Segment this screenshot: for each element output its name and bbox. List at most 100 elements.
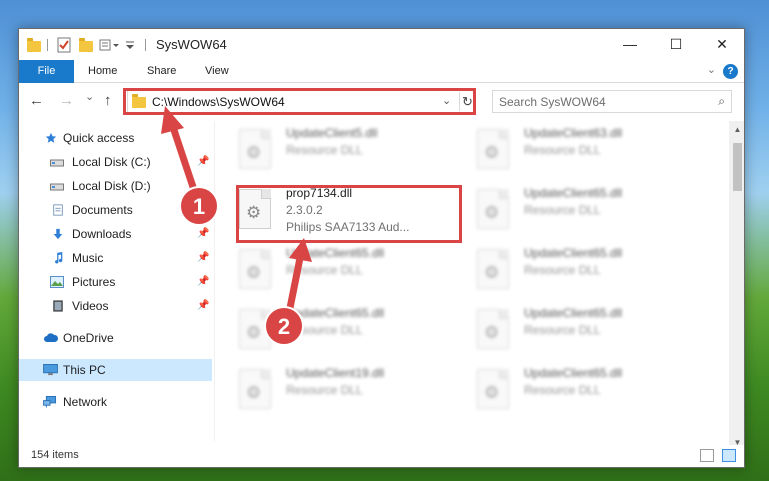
tab-file[interactable]: File	[19, 60, 74, 83]
scrollbar-thumb[interactable]	[733, 143, 742, 191]
dll-file-icon: ⚙	[477, 369, 509, 409]
nav-item-this-pc[interactable]: This PC	[19, 359, 212, 381]
download-icon	[53, 228, 63, 240]
nav-item-label: Pictures	[72, 275, 116, 289]
nav-item-label: Network	[63, 395, 108, 409]
maximize-button[interactable]: ☐	[653, 29, 699, 60]
documents-icon	[53, 204, 63, 216]
file-name: UpdateClient65.dll	[524, 246, 623, 260]
navigation-pane: Quick access Local Disk (C:) 📌 Local Dis…	[19, 121, 212, 441]
file-name: UpdateClient65.dll	[286, 246, 385, 260]
recent-locations-chevron-icon[interactable]: ⌄	[85, 90, 94, 103]
separator	[47, 39, 48, 51]
back-arrow-icon[interactable]: ←	[29, 92, 44, 109]
tab-home[interactable]: Home	[88, 60, 117, 83]
nav-item-local-disk-c[interactable]: Local Disk (C:) 📌	[19, 151, 212, 173]
up-arrow-icon[interactable]: ↑	[104, 92, 112, 109]
file-type: Resource DLL	[524, 383, 601, 397]
nav-item-network[interactable]: Network	[19, 391, 212, 413]
forward-arrow-icon[interactable]: →	[59, 92, 74, 109]
dll-file-icon: ⚙	[239, 249, 271, 289]
minimize-button[interactable]: —	[607, 29, 653, 60]
nav-item-local-disk-d[interactable]: Local Disk (D:)	[19, 175, 212, 197]
search-icon[interactable]: ⌕	[718, 94, 725, 109]
nav-item-label: Local Disk (D:)	[72, 179, 151, 193]
pin-icon: 📌	[197, 276, 210, 287]
window-title: SysWOW64	[156, 37, 227, 52]
address-highlight-box	[123, 88, 476, 115]
file-type: Resource DLL	[286, 263, 363, 277]
new-folder-icon[interactable]	[79, 37, 95, 53]
dll-file-icon: ⚙	[239, 129, 271, 169]
nav-item-pictures[interactable]: Pictures 📌	[19, 271, 212, 293]
file-type: Resource DLL	[524, 323, 601, 337]
nav-item-documents[interactable]: Documents 📌	[19, 199, 212, 221]
file-name: UpdateClient19.dll	[286, 366, 385, 380]
pane-splitter[interactable]	[214, 121, 215, 441]
close-button[interactable]: ✕	[699, 29, 744, 60]
file-name: UpdateClient65.dll	[524, 186, 623, 200]
file-tile[interactable]: ⚙ UpdateClient63.dll Resource DLL	[457, 125, 677, 177]
large-icons-view-icon[interactable]	[722, 449, 736, 462]
file-tile[interactable]: ⚙ UpdateClient65.dll Resource DLL	[457, 365, 677, 417]
help-icon[interactable]: ?	[723, 64, 738, 79]
pin-icon: 📌	[197, 252, 210, 263]
expand-ribbon-chevron-icon[interactable]: ⌄	[707, 63, 716, 76]
cloud-icon	[44, 333, 59, 342]
search-box[interactable]: Search SysWOW64 ⌕	[492, 90, 732, 113]
nav-item-label: Videos	[72, 299, 109, 313]
file-tile[interactable]: ⚙ UpdateClient65.dll Resource DLL	[457, 185, 677, 237]
drive-icon	[50, 183, 64, 191]
videos-icon	[53, 300, 63, 312]
nav-item-videos[interactable]: Videos 📌	[19, 295, 212, 317]
file-type: Resource DLL	[286, 383, 363, 397]
pin-icon: 📌	[197, 204, 210, 215]
file-tile[interactable]: ⚙ UpdateClient65.dll Resource DLL	[219, 245, 439, 297]
vertical-scrollbar[interactable]: ▲ ▼	[729, 121, 744, 451]
details-view-icon[interactable]	[700, 449, 714, 462]
nav-item-label: Downloads	[72, 227, 132, 241]
computer-icon	[43, 364, 58, 376]
file-type: Resource DLL	[286, 143, 363, 157]
item-count: 154 items	[31, 449, 79, 461]
file-tile[interactable]: ⚙ UpdateClient5.dll Resource DLL	[219, 125, 439, 177]
network-icon	[43, 396, 57, 408]
dll-file-icon: ⚙	[477, 249, 509, 289]
nav-item-music[interactable]: Music 📌	[19, 247, 212, 269]
file-tile[interactable]: ⚙ UpdateClient65.dll Resource DLL	[457, 245, 677, 297]
file-name: UpdateClient65.dll	[524, 366, 623, 380]
dll-file-icon: ⚙	[239, 309, 271, 349]
nav-item-label: Local Disk (C:)	[72, 155, 151, 169]
dll-file-icon: ⚙	[477, 309, 509, 349]
file-highlight-box	[236, 185, 462, 243]
ribbon-tabs: File Home Share View ⌄ ?	[19, 60, 744, 83]
dll-file-icon: ⚙	[477, 189, 509, 229]
nav-item-label: Music	[72, 251, 104, 265]
file-tile[interactable]: ⚙ UpdateClient65.dll Resource DLL	[219, 305, 439, 357]
customize-icon[interactable]	[99, 37, 119, 53]
status-bar: 154 items	[19, 445, 744, 467]
file-name: UpdateClient65.dll	[524, 306, 623, 320]
star-icon	[45, 132, 57, 143]
drive-icon	[50, 159, 64, 167]
pin-icon: 📌	[197, 156, 210, 167]
separator	[145, 39, 146, 51]
properties-icon[interactable]	[57, 37, 71, 53]
file-tile[interactable]: ⚙ UpdateClient19.dll Resource DLL	[219, 365, 439, 417]
file-list: ⚙ UpdateClient5.dll Resource DLL ⚙ prop7…	[219, 121, 729, 441]
quick-access-dropdown-icon[interactable]	[125, 37, 135, 53]
tab-view[interactable]: View	[205, 60, 229, 83]
nav-item-quick-access[interactable]: Quick access	[19, 127, 212, 149]
search-placeholder[interactable]: Search SysWOW64	[499, 95, 606, 109]
nav-item-onedrive[interactable]: OneDrive	[19, 327, 212, 349]
dll-file-icon: ⚙	[477, 129, 509, 169]
scroll-up-icon[interactable]: ▲	[729, 121, 744, 138]
dll-file-icon: ⚙	[239, 369, 271, 409]
file-type: Resource DLL	[524, 203, 601, 217]
file-type: Resource DLL	[524, 143, 601, 157]
nav-item-downloads[interactable]: Downloads 📌	[19, 223, 212, 245]
tab-share[interactable]: Share	[147, 60, 176, 83]
file-tile[interactable]: ⚙ UpdateClient65.dll Resource DLL	[457, 305, 677, 357]
pin-icon: 📌	[197, 228, 210, 239]
pictures-icon	[50, 276, 64, 288]
